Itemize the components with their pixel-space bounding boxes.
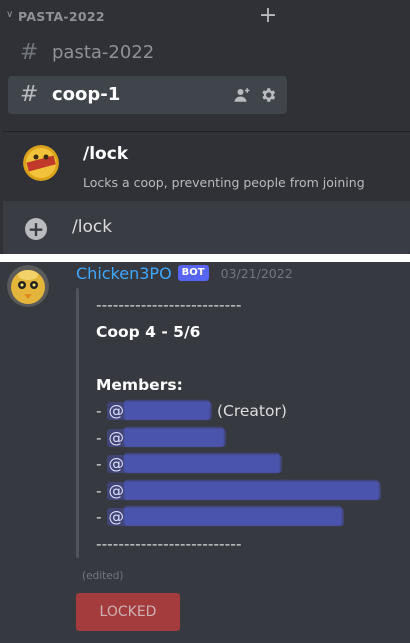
member-item: - @ bbox=[96, 478, 396, 505]
embed-border bbox=[76, 288, 79, 558]
user-mention[interactable]: @ bbox=[106, 453, 283, 473]
plus-icon[interactable]: + bbox=[25, 218, 47, 240]
username[interactable]: Chicken3PO bbox=[76, 264, 172, 283]
redacted-name bbox=[124, 400, 211, 420]
avatar[interactable] bbox=[7, 265, 49, 307]
user-mention[interactable]: @ bbox=[106, 426, 227, 447]
members-label: Members: bbox=[96, 375, 183, 394]
bot-tag: BOT bbox=[177, 265, 209, 281]
edited-label: (edited) bbox=[82, 570, 124, 582]
add-channel-icon[interactable]: + bbox=[258, 2, 278, 30]
channel-sidebar: ∨ PASTA-2022 + # pasta-2022 # coop-1 /lo… bbox=[0, 0, 410, 255]
category-header[interactable]: ∨ PASTA-2022 + bbox=[0, 0, 410, 34]
coop-title: Coop 4 - 5/6 bbox=[96, 322, 201, 341]
channel-coop-1[interactable]: # coop-1 bbox=[8, 76, 287, 114]
member-item: - @ bbox=[96, 425, 396, 452]
member-item: - @ bbox=[96, 451, 396, 478]
command-name: /lock bbox=[83, 144, 129, 164]
redacted-name bbox=[124, 426, 225, 447]
command-description: Locks a coop, preventing people from joi… bbox=[83, 175, 365, 190]
channel-name: coop-1 bbox=[52, 84, 121, 105]
channel-name: pasta-2022 bbox=[52, 42, 155, 63]
chevron-down-icon: ∨ bbox=[6, 9, 14, 20]
redacted-name bbox=[124, 506, 343, 526]
separator-line: -------------------------- bbox=[96, 534, 242, 553]
embed-body: -------------------------- Coop 4 - 5/6 … bbox=[96, 292, 396, 557]
message-header: Chicken3PO BOT 03/21/2022 bbox=[76, 262, 293, 284]
member-item: - @ bbox=[96, 504, 396, 531]
redacted-name bbox=[124, 453, 281, 473]
channel-pasta-2022[interactable]: # pasta-2022 bbox=[8, 34, 287, 72]
creator-tag: (Creator) bbox=[216, 402, 287, 420]
user-mention[interactable]: @ bbox=[106, 479, 382, 500]
command-suggestion[interactable]: /lock Locks a coop, preventing people fr… bbox=[3, 132, 410, 200]
hashtag-icon: # bbox=[20, 82, 39, 107]
input-text[interactable]: /lock bbox=[72, 217, 112, 237]
command-autocomplete: /lock Locks a coop, preventing people fr… bbox=[3, 131, 410, 255]
message: Chicken3PO BOT 03/21/2022 --------------… bbox=[0, 262, 410, 643]
add-member-icon[interactable] bbox=[233, 86, 251, 104]
redacted-name bbox=[124, 479, 380, 500]
member-item: - @ (Creator) bbox=[96, 400, 287, 420]
divider bbox=[0, 254, 410, 262]
bot-avatar bbox=[23, 145, 59, 181]
hashtag-icon: # bbox=[20, 40, 39, 65]
category-name: PASTA-2022 bbox=[18, 9, 105, 24]
gear-icon[interactable] bbox=[259, 86, 277, 104]
timestamp: 03/21/2022 bbox=[220, 265, 293, 281]
separator-line: -------------------------- bbox=[96, 296, 242, 314]
user-mention[interactable]: @ bbox=[106, 400, 213, 420]
locked-button[interactable]: LOCKED bbox=[76, 593, 180, 631]
message-input[interactable]: + /lock bbox=[3, 201, 410, 255]
user-mention[interactable]: @ bbox=[106, 506, 345, 526]
